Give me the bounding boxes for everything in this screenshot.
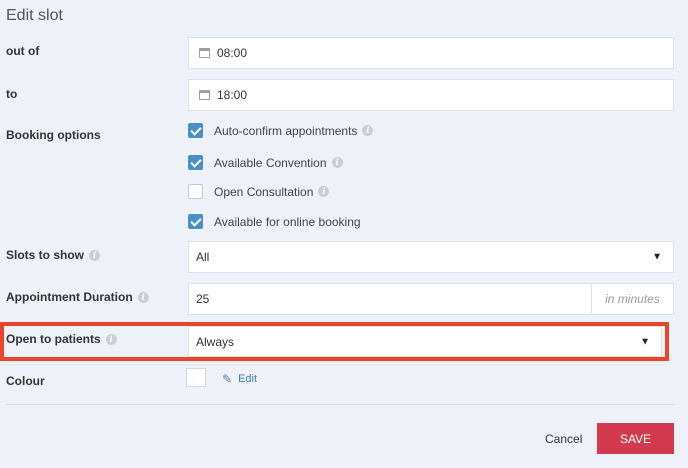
open-to-patients-select[interactable]: Always ▼ (188, 326, 662, 357)
slots-to-show-label: Slots to show i (6, 248, 100, 262)
duration-unit-suffix: in minutes (591, 284, 673, 314)
available-convention-label: Available Convention (214, 155, 327, 170)
cancel-button[interactable]: Cancel (545, 432, 582, 446)
checkbox-online-booking[interactable]: Available for online booking (188, 214, 361, 229)
to-time-field[interactable]: 18:00 (188, 79, 674, 111)
to-value: 18:00 (217, 88, 248, 102)
info-icon: i (89, 249, 100, 261)
dialog-title: Edit slot (6, 7, 63, 24)
appointment-duration-input[interactable]: 25 in minutes (188, 283, 674, 315)
out-of-label: out of (6, 44, 40, 58)
appointment-duration-value: 25 (196, 292, 210, 306)
auto-confirm-label: Auto-confirm appointments (214, 123, 358, 138)
info-icon: i (105, 333, 117, 345)
open-consultation-label: Open Consultation (214, 184, 314, 199)
divider (6, 404, 675, 405)
appointment-duration-label: Appointment Duration i (6, 290, 149, 304)
dropdown-arrow-icon: ▼ (640, 336, 650, 347)
checkbox-checked[interactable] (188, 155, 203, 170)
pencil-icon: ✎ (222, 372, 233, 386)
to-label: to (6, 87, 18, 101)
checkbox-available-convention[interactable]: Available Convention i (188, 155, 343, 170)
online-booking-label: Available for online booking (214, 214, 361, 229)
dropdown-arrow-icon: ▼ (652, 251, 662, 263)
calendar-icon (199, 90, 210, 100)
info-icon: i (331, 157, 343, 168)
colour-label: Colour (6, 374, 45, 388)
info-icon: i (137, 291, 149, 303)
out-of-time-field[interactable]: 08:00 (188, 37, 674, 69)
info-icon: i (318, 186, 330, 197)
edit-colour-link[interactable]: ✎ Edit (222, 372, 257, 386)
out-of-value: 08:00 (217, 46, 248, 60)
slots-to-show-text: Slots to show (6, 248, 84, 262)
slots-to-show-value: All (196, 250, 210, 264)
checkbox-checked[interactable] (188, 214, 203, 229)
booking-options-label: Booking options (6, 128, 101, 142)
appointment-duration-text: Appointment Duration (6, 290, 133, 304)
colour-swatch[interactable] (186, 368, 206, 387)
checkbox-open-consultation[interactable]: Open Consultation i (188, 184, 330, 199)
calendar-icon (199, 48, 210, 58)
open-to-patients-label: Open to patients i (6, 332, 117, 346)
info-icon: i (362, 125, 374, 136)
edit-label: Edit (238, 373, 258, 385)
open-to-patients-text: Open to patients (6, 332, 101, 346)
open-to-patients-value: Always (196, 334, 235, 349)
checkbox-unchecked[interactable] (188, 184, 203, 199)
checkbox-checked[interactable] (188, 123, 203, 138)
save-button[interactable]: SAVE (597, 423, 674, 454)
checkbox-auto-confirm[interactable]: Auto-confirm appointments i (188, 123, 374, 138)
slots-to-show-select[interactable]: All ▼ (188, 241, 674, 273)
